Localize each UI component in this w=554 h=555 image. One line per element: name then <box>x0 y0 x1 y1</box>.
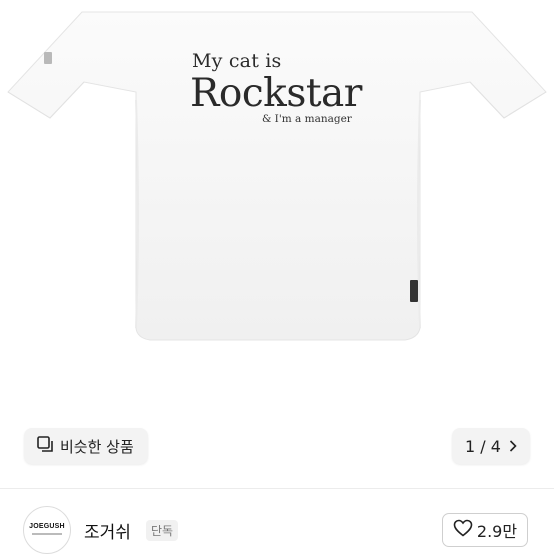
heart-icon <box>453 519 473 541</box>
exclusive-badge: 단독 <box>146 520 179 541</box>
similar-items-icon <box>36 435 54 457</box>
seller-name[interactable]: 조거쉬 <box>84 518 131 543</box>
chevron-right-icon <box>509 437 517 456</box>
avatar-logo-text: JOEGUSH <box>29 523 65 530</box>
product-image-gallery[interactable]: My cat is Rockstar & I'm a manager 비슷한 상… <box>0 0 554 488</box>
page-indicator: 1 / 4 <box>465 436 501 456</box>
similar-items-label: 비슷한 상품 <box>60 437 134 456</box>
similar-items-button[interactable]: 비슷한 상품 <box>24 428 148 464</box>
avatar-logo-subline <box>32 533 62 535</box>
image-pager[interactable]: 1 / 4 <box>452 428 530 464</box>
tshirt-image <box>7 11 547 341</box>
like-count: 2.9만 <box>476 522 518 541</box>
like-button[interactable]: 2.9만 <box>442 513 528 547</box>
seller-avatar[interactable]: JOEGUSH <box>23 506 71 554</box>
